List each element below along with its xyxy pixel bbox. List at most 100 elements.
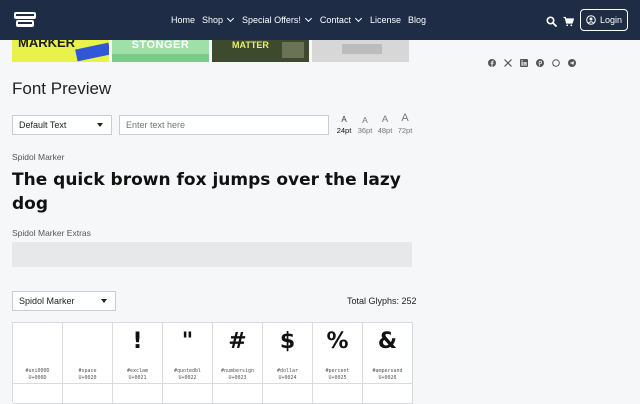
glyph-code: U+000D	[28, 375, 47, 381]
product-thumbnails: MARKER STONGER MATTER	[12, 40, 409, 62]
cart-icon[interactable]	[563, 14, 575, 27]
nav-shop[interactable]: Shop	[202, 14, 235, 25]
extras-preview	[12, 242, 412, 267]
caret-down-icon	[101, 299, 107, 303]
glyph-code: U+0022	[178, 375, 197, 381]
facebook-icon[interactable]	[488, 54, 496, 67]
site-logo[interactable]	[13, 9, 37, 31]
glyph-name: #exclam	[126, 368, 149, 374]
preview-text-input[interactable]	[119, 115, 329, 135]
glyph-code: U+0026	[378, 375, 397, 381]
nav-special-offers[interactable]: Special Offers!	[242, 14, 313, 25]
glyph-code: U+0025	[328, 375, 347, 381]
glyph-name: #uni000D	[25, 368, 50, 374]
site-header: Home Shop Special Offers! Contact Licens…	[0, 0, 640, 40]
glyph-char: &	[377, 329, 398, 354]
glyph-char: %	[326, 329, 349, 354]
size-glyph: A	[362, 114, 368, 125]
glyph-cell[interactable]: #uni000D U+000D	[13, 323, 63, 384]
font-name-label: Spidol Marker	[12, 152, 65, 162]
glyph-code: U+0021	[128, 375, 147, 381]
caret-down-icon	[97, 123, 103, 127]
chevron-down-icon	[227, 14, 235, 23]
glyph-name: #dollar	[276, 368, 299, 374]
nav-license[interactable]: License	[370, 15, 401, 25]
total-glyphs: Total Glyphs: 252	[347, 296, 417, 306]
glyph-cell[interactable]	[363, 384, 413, 404]
login-button[interactable]: Login	[580, 9, 628, 31]
user-icon	[586, 15, 596, 25]
pinterest-icon[interactable]	[536, 54, 544, 67]
size-36pt-button[interactable]: A 36pt	[354, 113, 376, 135]
nav-contact-label: Contact	[319, 15, 351, 25]
nav-blog[interactable]: Blog	[408, 15, 426, 25]
glyph-cell[interactable]	[163, 384, 213, 404]
glyph-cell[interactable]	[263, 384, 313, 404]
glyph-cell[interactable]: # #numbersign U+0023	[213, 323, 263, 384]
page-title: Font Preview	[12, 79, 112, 98]
glyph-cell[interactable]: " #quotedbl U+0022	[163, 323, 213, 384]
main-nav: Home Shop Special Offers! Contact Licens…	[171, 0, 433, 40]
size-24pt-button[interactable]: A 24pt	[333, 113, 355, 136]
nav-home[interactable]: Home	[171, 15, 195, 25]
glyph-char: $	[279, 329, 296, 354]
size-72pt-button[interactable]: A 72pt	[394, 112, 416, 136]
glyph-font-value: Spidol Marker	[19, 296, 75, 306]
chevron-down-icon	[354, 14, 362, 23]
size-glyph: A	[341, 115, 347, 124]
glyph-cell[interactable]	[13, 384, 63, 404]
glyph-char: #	[228, 329, 247, 354]
thumbnail-text: STONGER	[131, 40, 190, 51]
thumbnail-matter[interactable]: MATTER	[212, 40, 309, 62]
thumbnail-marker[interactable]: MARKER	[12, 40, 109, 62]
glyph-cell[interactable]	[213, 384, 263, 404]
glyph-name: #numbersign	[220, 368, 255, 374]
size-glyph: A	[401, 112, 409, 124]
glyph-font-select[interactable]: Spidol Marker	[12, 291, 116, 311]
search-icon[interactable]	[546, 14, 557, 27]
glyph-char: "	[181, 329, 194, 354]
chevron-down-icon	[304, 14, 312, 23]
size-48pt-button[interactable]: A 48pt	[374, 113, 396, 135]
font-preview-text: The quick brown fox jumps over the lazy …	[12, 170, 401, 214]
preview-mode-select[interactable]: Default Text	[12, 115, 112, 135]
size-glyph: A	[381, 113, 389, 125]
glyph-cell[interactable]: ! #exclam U+0021	[113, 323, 163, 384]
glyph-char: !	[132, 329, 143, 354]
nav-blog-label: Blog	[407, 15, 426, 25]
glyph-name: #quotedbl	[173, 368, 202, 374]
extras-font-label: Spidol Marker Extras	[12, 228, 91, 238]
glyph-code: U+0023	[228, 375, 247, 381]
glyph-code: U+0024	[278, 375, 297, 381]
thumbnail-text: MATTER	[232, 40, 269, 50]
nav-contact[interactable]: Contact	[319, 14, 363, 25]
glyph-cell[interactable]: $ #dollar U+0024	[263, 323, 313, 384]
glyph-code: U+0020	[78, 375, 97, 381]
thumbnail-stonger[interactable]: STONGER	[112, 40, 209, 62]
size-label: 72pt	[397, 126, 413, 135]
glyph-grid: #uni000D U+000D #space U+0020 ! #exclam U+0…	[12, 322, 413, 404]
share-icons	[488, 54, 576, 67]
glyph-cell[interactable]	[313, 384, 363, 404]
telegram-icon[interactable]	[568, 54, 576, 67]
nav-home-label: Home	[171, 15, 196, 25]
size-label: 24pt	[336, 126, 352, 135]
glyph-cell[interactable]: % #percent U+0025	[313, 323, 363, 384]
login-label: Login	[599, 15, 623, 25]
thumbnail-gray[interactable]	[312, 40, 409, 62]
glyph-cell[interactable]: #space U+0020	[63, 323, 113, 384]
linkedin-icon[interactable]	[520, 54, 528, 67]
preview-mode-value: Default Text	[19, 120, 67, 130]
whatsapp-icon[interactable]	[552, 54, 560, 67]
glyph-name: #space	[78, 368, 97, 374]
nav-shop-label: Shop	[202, 15, 224, 25]
glyph-name: #ampersand	[372, 368, 403, 374]
glyph-cell[interactable]	[113, 384, 163, 404]
size-label: 36pt	[357, 126, 373, 135]
glyph-name: #percent	[325, 368, 350, 374]
glyph-cell[interactable]	[63, 384, 113, 404]
x-icon[interactable]	[504, 54, 512, 67]
glyph-cell[interactable]: & #ampersand U+0026	[363, 323, 413, 384]
size-label: 48pt	[377, 126, 393, 135]
nav-special-offers-label: Special Offers!	[242, 15, 301, 25]
